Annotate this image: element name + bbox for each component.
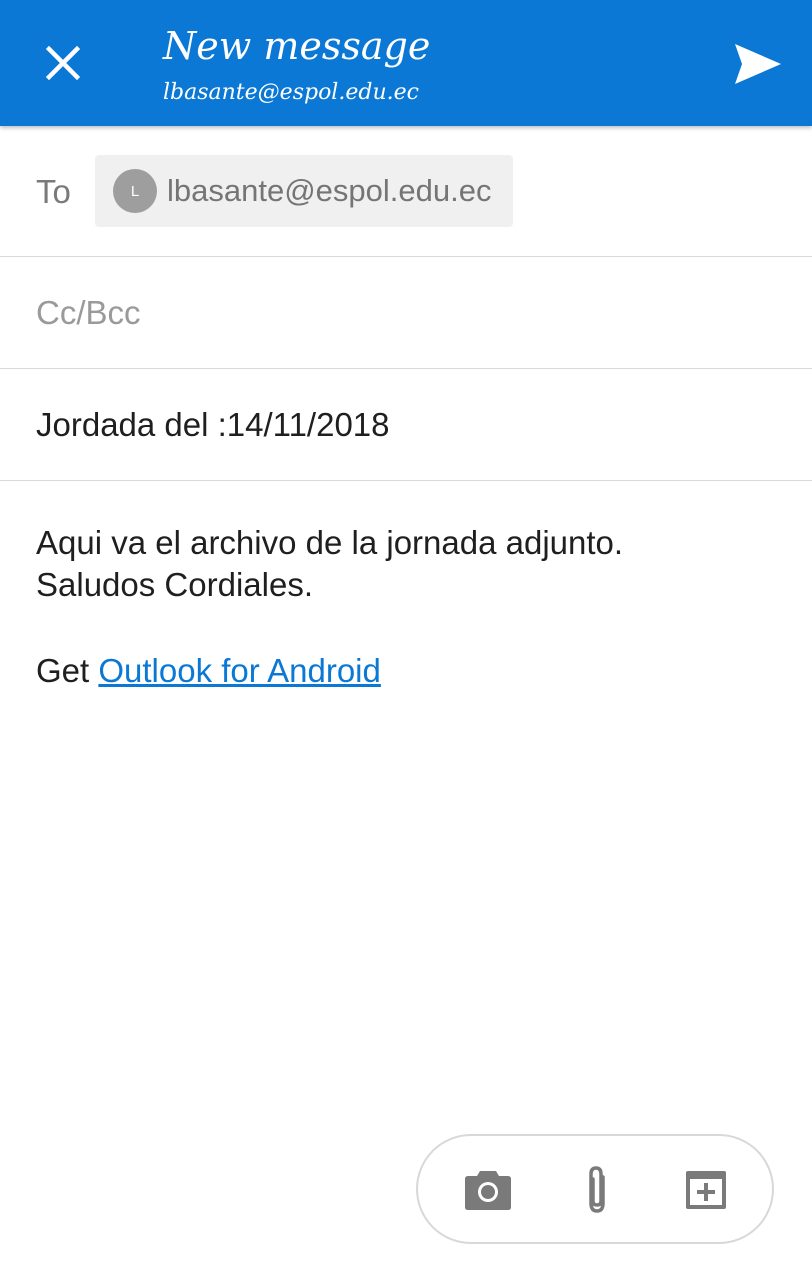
signature: Get Outlook for Android xyxy=(36,650,776,692)
compose-toolbar xyxy=(416,1134,774,1244)
insert-icon xyxy=(686,1171,726,1209)
body-line: Aqui va el archivo de la jornada adjunto… xyxy=(36,524,624,561)
attach-button[interactable] xyxy=(570,1162,626,1218)
subject-field[interactable]: Jordada del :14/11/2018 xyxy=(36,405,390,445)
paperclip-icon xyxy=(589,1166,605,1213)
page-title: New message xyxy=(163,24,431,68)
avatar: L xyxy=(113,169,157,213)
send-button[interactable] xyxy=(728,36,788,92)
account-email: lbasante@espol.edu.ec xyxy=(163,80,419,105)
close-icon xyxy=(46,46,80,80)
cc-bcc-row[interactable]: Cc/Bcc xyxy=(0,257,812,369)
to-label: To xyxy=(36,173,71,210)
camera-icon xyxy=(465,1171,511,1210)
to-field-row: To L lbasante@espol.edu.ec xyxy=(0,126,812,257)
close-button[interactable] xyxy=(38,38,88,88)
message-body[interactable]: Aqui va el archivo de la jornada adjunto… xyxy=(36,522,776,692)
compose-screen: New message lbasante@espol.edu.ec To L l… xyxy=(0,0,812,1280)
signature-prefix: Get xyxy=(36,652,99,689)
app-bar: New message lbasante@espol.edu.ec xyxy=(0,0,812,126)
outlook-for-android-link[interactable]: Outlook for Android xyxy=(98,652,381,689)
recipient-chip[interactable]: L lbasante@espol.edu.ec xyxy=(95,155,513,227)
insert-event-button[interactable] xyxy=(678,1162,734,1218)
recipient-email: lbasante@espol.edu.ec xyxy=(167,173,492,208)
subject-row: Jordada del :14/11/2018 xyxy=(0,369,812,481)
send-icon xyxy=(735,44,781,84)
cc-bcc-field[interactable]: Cc/Bcc xyxy=(36,293,141,333)
body-line: Saludos Cordiales. xyxy=(36,566,313,603)
camera-button[interactable] xyxy=(460,1162,516,1218)
